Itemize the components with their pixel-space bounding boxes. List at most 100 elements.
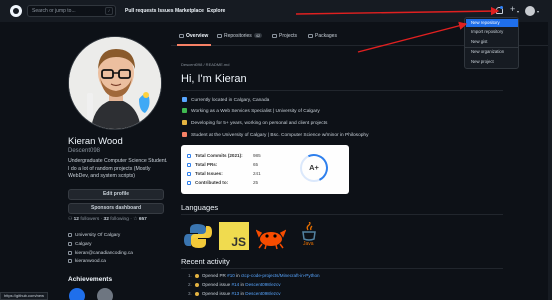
star-icon: ☆ xyxy=(133,217,138,222)
repositories-count-badge: 42 xyxy=(253,33,263,38)
organization-icon xyxy=(68,233,72,237)
activity-item-1: 1. Opened PR #10 in ctcp-code-projects/Mi… xyxy=(188,273,320,278)
nav-issues[interactable]: Issues xyxy=(158,8,174,14)
profile-username: Descent098 xyxy=(68,148,101,154)
issue-icon xyxy=(187,172,191,176)
java-logo-icon: Java xyxy=(294,221,324,250)
stat-total-prs: Total PRs: 65 xyxy=(187,162,258,167)
stars-count[interactable]: 657 xyxy=(139,217,147,222)
activity-icon xyxy=(194,283,199,287)
search-input[interactable]: Search or jump to... / xyxy=(27,5,116,17)
javascript-logo-text: JS xyxy=(231,235,246,249)
commits-icon xyxy=(187,154,191,158)
python-logo-icon xyxy=(184,224,212,248)
search-shortcut-key: / xyxy=(105,7,113,15)
github-logo-icon[interactable] xyxy=(10,5,22,17)
tab-overview[interactable]: Overview xyxy=(179,33,208,39)
readme-path[interactable]: Descent098 / README.md xyxy=(181,62,229,67)
javascript-logo-icon: JS xyxy=(219,222,249,250)
profile-full-name: Kieran Wood xyxy=(68,136,123,147)
search-placeholder: Search or jump to... xyxy=(32,8,76,14)
activity-ref-link[interactable]: #13 xyxy=(231,291,239,296)
activity-repo-link[interactable]: Descent098/ezcv xyxy=(245,282,280,287)
followers-count[interactable]: 12 xyxy=(74,217,79,222)
create-new-dropdown: New repository Import repository New gis… xyxy=(464,17,519,69)
achievement-badge-1[interactable] xyxy=(69,288,85,300)
profile-location: Calgary xyxy=(68,242,92,247)
nav-explore[interactable]: Explore xyxy=(207,8,225,14)
languages-divider xyxy=(181,214,503,215)
github-stats-card: Total Commits (2021): 985 Total PRs: 65 To… xyxy=(181,145,349,194)
tab-packages[interactable]: Packages xyxy=(308,33,337,39)
readme-bullet-student: Student at the University of Calgary | B… xyxy=(182,132,368,138)
follow-stats: ⚇ 12 followers · 32 following · ☆ 657 xyxy=(68,217,147,222)
tab-projects[interactable]: Projects xyxy=(272,33,297,39)
create-new-plus-icon[interactable]: + xyxy=(510,4,515,14)
activity-icon xyxy=(194,274,199,278)
link-icon xyxy=(68,259,72,263)
achievement-badge-2[interactable] xyxy=(97,288,113,300)
sponsors-dashboard-button[interactable]: Sponsors dashboard xyxy=(68,203,164,214)
nav-marketplace[interactable]: Marketplace xyxy=(175,8,204,14)
activity-ref-link[interactable]: #10 xyxy=(227,273,235,278)
profile-organization: University Of Calgary xyxy=(68,233,120,238)
following-count[interactable]: 32 xyxy=(104,217,109,222)
menu-item-new-repository[interactable]: New repository xyxy=(466,19,518,27)
activity-item-3: 3. Opened issue #13 in Descent098/ezcv xyxy=(188,291,281,296)
page-scrollbar[interactable] xyxy=(548,22,552,300)
menu-item-import-repository[interactable]: Import repository xyxy=(466,28,518,36)
following-label[interactable]: following xyxy=(110,217,129,222)
repo-icon xyxy=(187,181,191,185)
activity-ref-link[interactable]: #14 xyxy=(231,282,239,287)
laptop-icon xyxy=(182,120,187,125)
rust-crab-icon xyxy=(256,229,286,250)
activity-repo-link[interactable]: ctcp-code-projects/Minecraft-in-Python xyxy=(241,273,320,278)
project-icon xyxy=(272,34,277,38)
graduation-icon xyxy=(182,132,187,137)
menu-item-new-gist[interactable]: New gist xyxy=(466,38,518,46)
briefcase-icon xyxy=(182,108,187,113)
location-icon xyxy=(68,242,72,246)
java-logo-text: Java xyxy=(303,241,314,247)
readme-bullet-work: Working as a Web Services Specialist | U… xyxy=(182,108,320,114)
readme-divider xyxy=(181,90,503,91)
status-bar-url: https://github.com/new xyxy=(0,292,49,300)
create-new-caret-icon[interactable]: ▾ xyxy=(517,9,519,14)
profile-avatar[interactable] xyxy=(68,36,162,130)
readme-title: Hi, I'm Kieran xyxy=(181,73,247,85)
activity-divider xyxy=(181,268,503,269)
menu-item-new-project[interactable]: New project xyxy=(466,58,518,66)
achievements-heading: Achievements xyxy=(68,276,113,283)
mail-icon xyxy=(68,251,72,255)
readme-bullet-developing: Developing for 5+ years, working on pers… xyxy=(182,120,327,126)
java-cup-icon xyxy=(302,221,316,241)
activity-repo-link[interactable]: Descent098/ezcv xyxy=(245,291,280,296)
profile-bio: Undergraduate Computer Science Student. … xyxy=(68,158,168,179)
stat-total-commits: Total Commits (2021): 985 xyxy=(187,153,261,158)
repo-icon xyxy=(217,34,222,38)
user-menu-caret-icon[interactable]: ▾ xyxy=(537,9,539,14)
package-icon xyxy=(308,34,313,38)
languages-heading: Languages xyxy=(181,203,219,212)
activity-item-2: 2. Opened issue #14 in Descent098/ezcv xyxy=(188,282,281,287)
profile-website[interactable]: kieranwood.ca xyxy=(68,259,106,264)
stat-total-issues: Total Issues: 241 xyxy=(187,171,261,176)
edit-profile-button[interactable]: Edit profile xyxy=(68,189,164,200)
avatar-illustration xyxy=(69,37,161,129)
grade-label: A+ xyxy=(309,163,319,172)
menu-item-new-organization[interactable]: New organization xyxy=(466,48,518,56)
nav-pull-requests[interactable]: Pull requests xyxy=(125,8,156,14)
profile-email[interactable]: kieran@canadiancoding.ca xyxy=(68,251,133,256)
readme-bullet-location: Currently located in Calgary, Canada xyxy=(182,97,269,103)
pull-request-icon xyxy=(187,163,191,167)
stat-contributed-to: Contributed to: 25 xyxy=(187,180,258,185)
user-menu-avatar[interactable] xyxy=(525,6,535,16)
location-pin-icon xyxy=(182,97,187,102)
book-icon xyxy=(179,34,184,38)
activity-icon xyxy=(194,292,199,296)
followers-label[interactable]: followers xyxy=(80,217,99,222)
recent-activity-heading: Recent activity xyxy=(181,257,230,266)
notifications-bell-icon[interactable] xyxy=(496,6,503,14)
tab-repositories[interactable]: Repositories 42 xyxy=(217,33,263,39)
active-tab-indicator xyxy=(177,44,211,46)
